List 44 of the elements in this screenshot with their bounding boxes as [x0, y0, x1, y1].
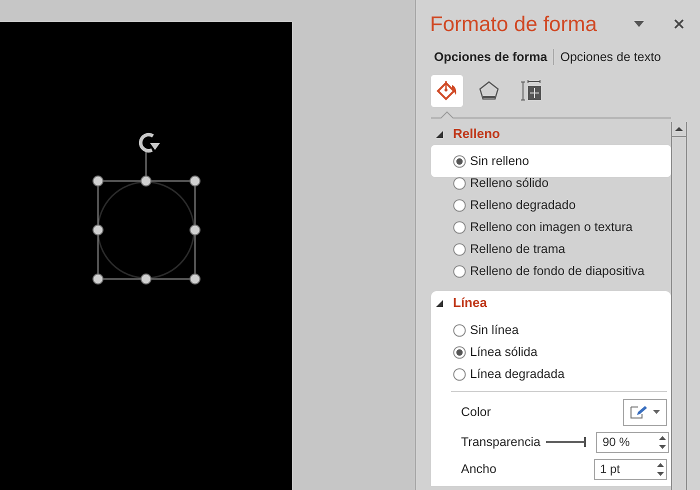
- paint-bucket-icon[interactable]: [431, 75, 463, 107]
- collapse-arrow-icon[interactable]: [436, 300, 443, 306]
- tab[interactable]: Opciones de texto: [560, 48, 661, 66]
- radio-button[interactable]: [453, 346, 466, 358]
- section-heading[interactable]: Línea: [453, 293, 487, 313]
- option-label[interactable]: Relleno degradado: [470, 196, 576, 214]
- close-icon[interactable]: [674, 19, 684, 29]
- spin-field[interactable]: 90 %: [596, 432, 670, 452]
- option-label[interactable]: Sin línea: [470, 320, 519, 340]
- option-label[interactable]: Relleno de fondo de diapositiva: [470, 262, 644, 280]
- setting-label: Transparencia: [461, 434, 540, 451]
- transparency-slider[interactable]: [546, 437, 586, 447]
- setting-label: Color: [461, 404, 491, 421]
- dropdown-caret-icon: [653, 410, 660, 414]
- field-value: 1 pt: [600, 461, 622, 478]
- slider-thumb[interactable]: [584, 437, 586, 447]
- color-picker-button[interactable]: [623, 398, 667, 426]
- tab[interactable]: Opciones de forma: [434, 48, 548, 66]
- spin-arrows-icon[interactable]: [659, 436, 666, 448]
- radio-button[interactable]: [453, 242, 466, 256]
- option-label[interactable]: Línea degradada: [470, 364, 565, 384]
- radio-button[interactable]: [453, 154, 466, 168]
- radio-button[interactable]: [453, 176, 466, 190]
- spin-field[interactable]: 1 pt: [594, 458, 667, 480]
- option-label[interactable]: Relleno con imagen o textura: [470, 218, 633, 236]
- pencil-icon: [630, 405, 648, 419]
- radio-button[interactable]: [453, 220, 466, 234]
- spin-arrows-icon[interactable]: [657, 462, 664, 476]
- option-label[interactable]: Relleno sólido: [470, 174, 549, 192]
- rotate-handle-icon[interactable]: [138, 133, 160, 152]
- dropdown-caret-icon[interactable]: [634, 21, 644, 27]
- pane-title: Formato de forma: [430, 14, 597, 34]
- setting-label: Ancho: [461, 460, 496, 478]
- radio-button[interactable]: [453, 324, 466, 336]
- option-label[interactable]: Línea sólida: [470, 342, 538, 362]
- option-label[interactable]: Sin relleno: [470, 152, 530, 170]
- radio-button[interactable]: [453, 198, 466, 212]
- field-value: 90 %: [602, 434, 631, 451]
- collapse-arrow-icon[interactable]: [436, 130, 443, 138]
- scrollbar[interactable]: [671, 122, 687, 490]
- option-label[interactable]: Relleno de trama: [470, 240, 566, 258]
- radio-button[interactable]: [453, 264, 466, 278]
- radio-button[interactable]: [453, 368, 466, 380]
- section-heading[interactable]: Relleno: [453, 124, 500, 144]
